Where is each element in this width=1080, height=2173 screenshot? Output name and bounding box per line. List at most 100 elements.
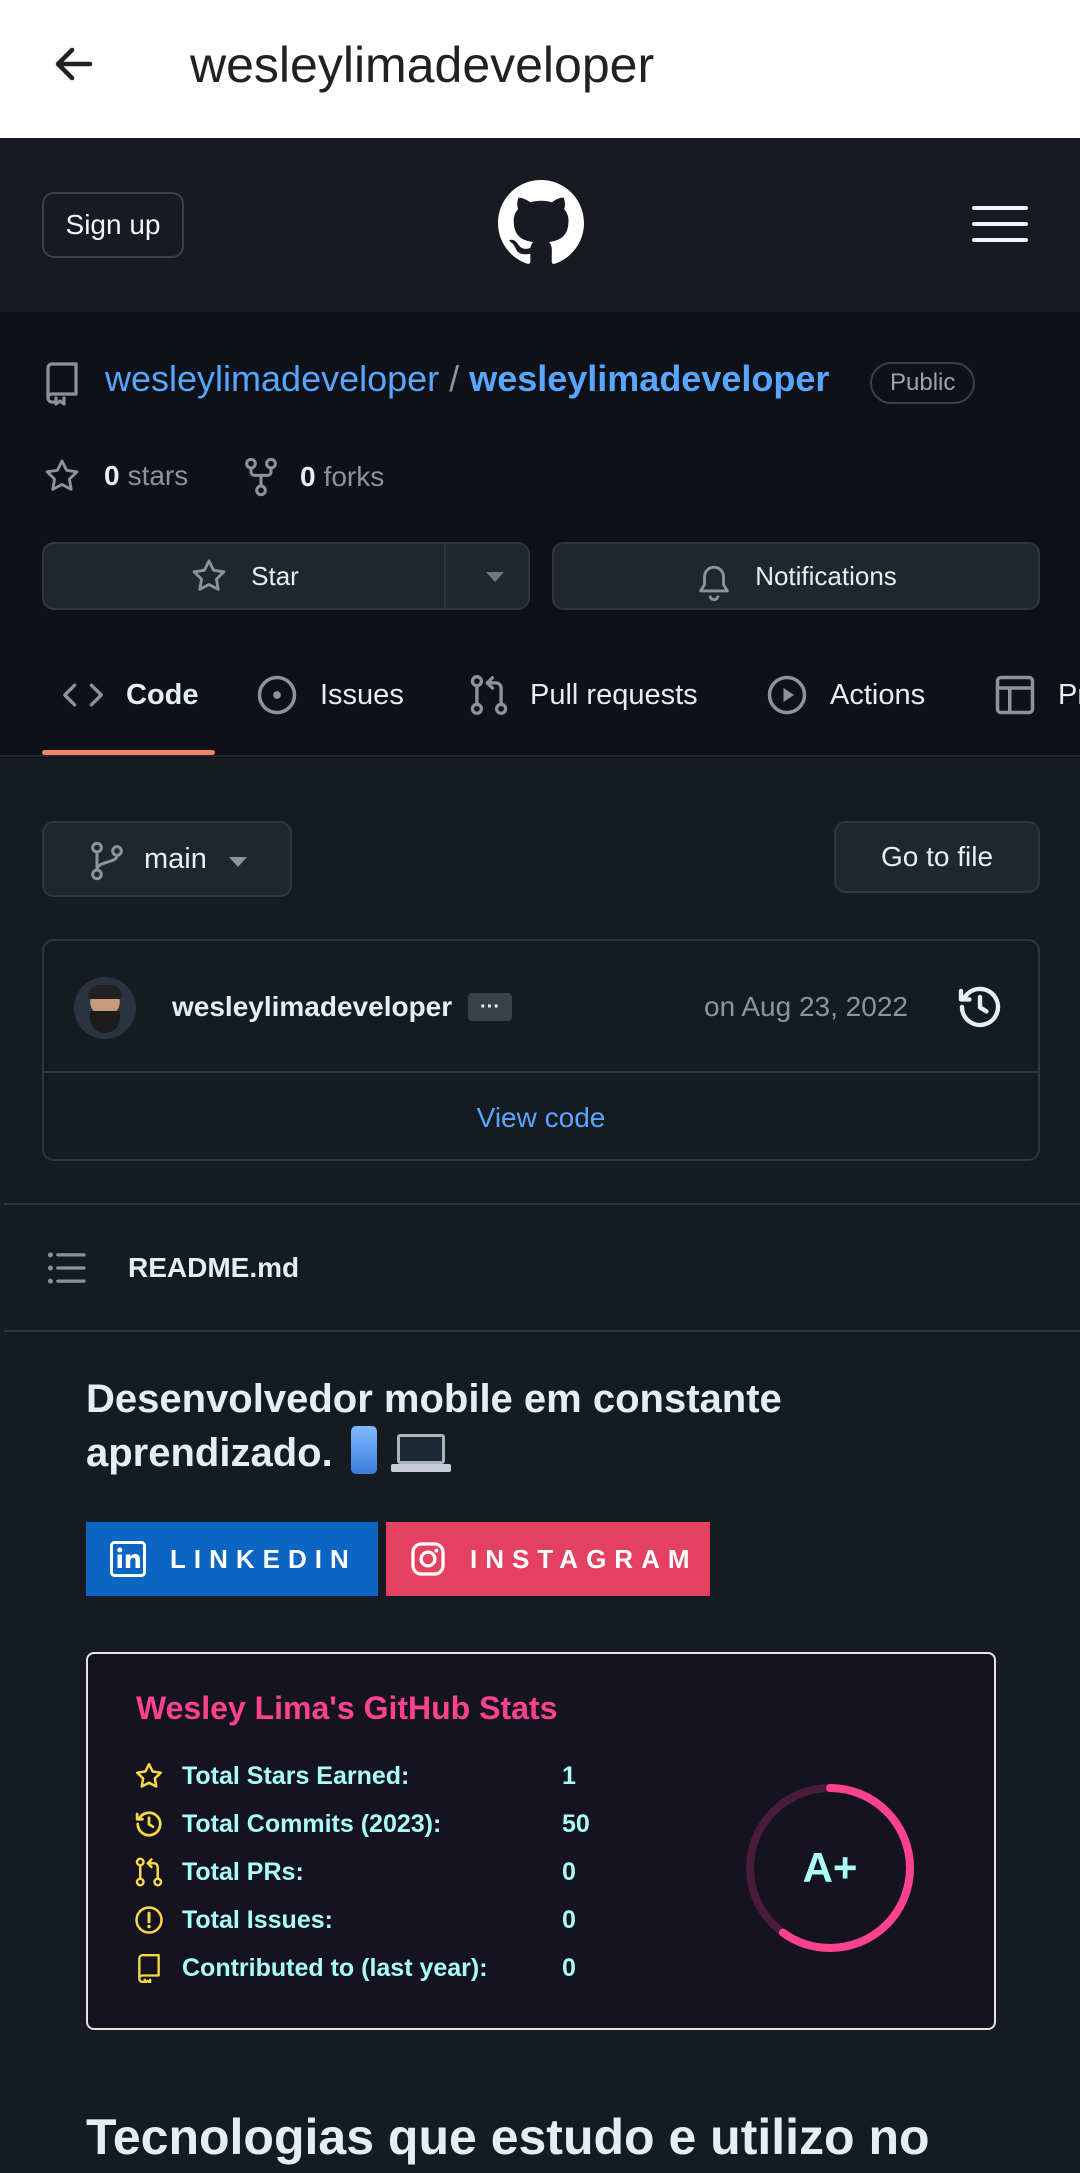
tab-projects[interactable]: Projects bbox=[994, 632, 1080, 758]
repo-icon bbox=[46, 362, 78, 406]
code-icon bbox=[63, 683, 103, 707]
stats-row-stars: Total Stars Earned: bbox=[134, 1756, 409, 1796]
tab-actions-label: Actions bbox=[830, 678, 926, 711]
stats-label: Total Issues: bbox=[182, 1905, 333, 1934]
star-button-label: Star bbox=[251, 560, 299, 591]
branch-name: main bbox=[144, 842, 207, 875]
bell-icon bbox=[699, 565, 730, 602]
repo-icon bbox=[138, 1953, 160, 1983]
github-logo-icon[interactable] bbox=[498, 180, 584, 266]
star-button[interactable]: Star bbox=[44, 544, 444, 608]
star-button-group: Star bbox=[42, 542, 530, 610]
linkedin-badge[interactable]: LINKEDIN bbox=[86, 1522, 378, 1596]
tab-pull-requests[interactable]: Pull requests bbox=[470, 632, 698, 758]
linkedin-icon bbox=[110, 1541, 146, 1577]
latest-commit-box: wesleylimadeveloper ··· on Aug 23, 2022 … bbox=[42, 939, 1040, 1161]
button-divider bbox=[444, 544, 446, 608]
readme-header: README.md bbox=[0, 1206, 1080, 1332]
instagram-icon bbox=[411, 1542, 445, 1576]
history-icon[interactable] bbox=[956, 983, 1004, 1031]
stats-label: Total Commits (2023): bbox=[182, 1809, 442, 1838]
stats-row-commits: Total Commits (2023): bbox=[134, 1804, 441, 1844]
tab-pull-requests-label: Pull requests bbox=[530, 678, 698, 711]
forks-count: 0 bbox=[300, 461, 316, 492]
linkedin-label: LINKEDIN bbox=[170, 1543, 357, 1574]
github-header: Sign up bbox=[0, 138, 1080, 312]
divider bbox=[4, 1203, 1080, 1205]
stats-label: Total Stars Earned: bbox=[182, 1761, 410, 1790]
commit-row: wesleylimadeveloper ··· on Aug 23, 2022 bbox=[44, 941, 1038, 1073]
star-outline-icon bbox=[192, 559, 226, 591]
chevron-down-icon[interactable] bbox=[484, 566, 506, 586]
issue-opened-icon bbox=[257, 675, 297, 715]
stats-value: 0 bbox=[562, 1905, 576, 1934]
repo-path: wesleylimadeveloper / wesleylimadeveloper bbox=[105, 358, 829, 400]
app-bar: wesleylimadeveloper bbox=[0, 0, 1080, 138]
pull-request-icon bbox=[135, 1857, 163, 1887]
repo-header: wesleylimadeveloper / wesleylimadeveloper … bbox=[0, 312, 1080, 758]
stars-link[interactable]: 0 stars bbox=[42, 457, 188, 495]
tabs-divider bbox=[0, 755, 1080, 757]
stats-value: 0 bbox=[562, 1953, 576, 1982]
divider bbox=[4, 1330, 1080, 1332]
branch-selector[interactable]: main bbox=[42, 821, 292, 897]
star-icon bbox=[136, 1762, 162, 1788]
issue-icon bbox=[135, 1906, 163, 1934]
repo-name-link[interactable]: wesleylimadeveloper bbox=[469, 358, 829, 399]
fork-icon bbox=[245, 457, 277, 497]
go-to-file-button[interactable]: Go to file bbox=[834, 821, 1040, 893]
repo-path-separator: / bbox=[449, 358, 460, 399]
readme-intro: Desenvolvedor mobile em constante aprend… bbox=[86, 1372, 986, 1480]
stats-label: Total PRs: bbox=[182, 1857, 304, 1886]
list-icon[interactable] bbox=[46, 1250, 86, 1286]
tab-issues[interactable]: Issues bbox=[256, 632, 404, 758]
history-icon bbox=[135, 1811, 162, 1837]
git-pull-request-icon bbox=[470, 675, 508, 715]
git-branch-icon bbox=[91, 841, 123, 881]
readme-filename[interactable]: README.md bbox=[128, 1252, 299, 1284]
mobile-phone-icon bbox=[350, 1426, 377, 1474]
tab-code-label: Code bbox=[126, 678, 199, 711]
forks-link[interactable]: 0 forks bbox=[244, 457, 384, 497]
view-code-link[interactable]: View code bbox=[44, 1075, 1038, 1161]
rank-circle: A+ bbox=[742, 1780, 918, 1956]
rank-grade: A+ bbox=[802, 1844, 858, 1891]
instagram-label: INSTAGRAM bbox=[470, 1543, 698, 1574]
tab-issues-label: Issues bbox=[320, 678, 404, 711]
visibility-badge: Public bbox=[870, 362, 976, 404]
table-icon bbox=[995, 675, 1035, 715]
stars-label: stars bbox=[127, 460, 189, 491]
repo-owner-link[interactable]: wesleylimadeveloper bbox=[105, 358, 439, 399]
stats-value: 1 bbox=[562, 1761, 576, 1790]
play-icon bbox=[767, 675, 807, 715]
stats-value: 50 bbox=[562, 1809, 590, 1838]
back-arrow-icon[interactable] bbox=[50, 40, 98, 88]
stats-row-contributed: Contributed to (last year): bbox=[134, 1948, 488, 1988]
stats-card-title: Wesley Lima's GitHub Stats bbox=[136, 1690, 558, 1726]
stats-value: 0 bbox=[562, 1857, 576, 1886]
commit-author[interactable]: wesleylimadeveloper bbox=[172, 991, 452, 1023]
github-stats-card: Wesley Lima's GitHub Stats Total Stars E… bbox=[86, 1652, 996, 2030]
stats-row-prs: Total PRs: bbox=[134, 1852, 304, 1892]
forks-label: forks bbox=[323, 461, 385, 492]
tab-projects-label: Projects bbox=[1058, 678, 1080, 711]
instagram-badge[interactable]: INSTAGRAM bbox=[386, 1522, 710, 1596]
tab-actions[interactable]: Actions bbox=[766, 632, 925, 758]
commit-message-toggle[interactable]: ··· bbox=[468, 993, 512, 1021]
stars-count: 0 bbox=[104, 460, 120, 491]
notifications-button[interactable]: Notifications bbox=[552, 542, 1040, 610]
laptop-icon bbox=[390, 1434, 451, 1472]
repo-tabs: Code Issues Pull requests Actions Projec… bbox=[0, 632, 1080, 758]
notifications-label: Notifications bbox=[755, 560, 897, 591]
app-bar-title: wesleylimadeveloper bbox=[190, 37, 655, 93]
chevron-down-icon bbox=[228, 857, 247, 867]
commit-date: on Aug 23, 2022 bbox=[704, 991, 908, 1022]
avatar[interactable] bbox=[74, 977, 136, 1039]
stats-label: Contributed to (last year): bbox=[182, 1953, 488, 1982]
readme-heading-technologies: Tecnologias que estudo e utilizo no bbox=[86, 2109, 930, 2165]
tab-code[interactable]: Code bbox=[62, 632, 199, 758]
star-outline-icon bbox=[45, 459, 79, 491]
sign-up-button[interactable]: Sign up bbox=[42, 192, 184, 258]
stats-row-issues: Total Issues: bbox=[134, 1900, 333, 1940]
hamburger-menu-icon[interactable] bbox=[970, 202, 1030, 246]
